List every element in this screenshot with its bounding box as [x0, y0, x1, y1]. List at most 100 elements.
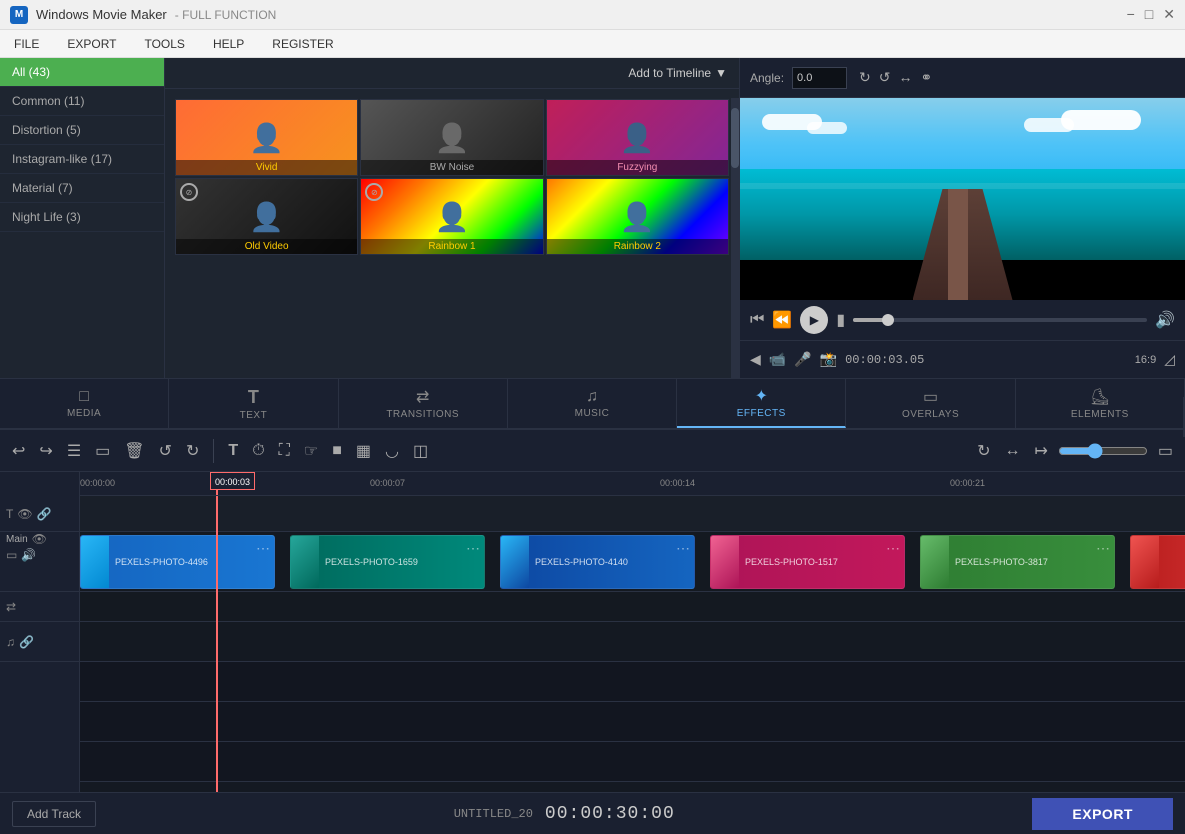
color-btn[interactable]: ■ [328, 438, 346, 464]
fx-icon[interactable]: ⇄ [6, 600, 16, 614]
timeline-tracks[interactable]: PEXELS-PHOTO-4496 ⋯ PEXELS-PHOTO-1659 ⋯ [80, 496, 1185, 792]
menu-tools[interactable]: TOOLS [130, 30, 198, 57]
effect-vivid[interactable]: 👤 Vivid [175, 99, 358, 176]
main-track-eye-icon[interactable]: 👁 [32, 532, 47, 546]
clip-1-menu[interactable]: ⋯ [256, 540, 270, 557]
mask-btn[interactable]: ◡ [381, 437, 403, 465]
menu-help[interactable]: HELP [199, 30, 258, 57]
tab-music[interactable]: ♫ MUSIC [508, 379, 677, 428]
angle-label: Angle: [750, 71, 784, 85]
sidebar-item-all[interactable]: All (43) [0, 58, 164, 87]
sidebar-item-material[interactable]: Material (7) [0, 174, 164, 203]
redo-btn[interactable]: ↪ [35, 437, 56, 465]
undo-btn[interactable]: ↩ [8, 437, 29, 465]
audio-link-icon[interactable]: 🔗 [19, 635, 34, 649]
crop-icon[interactable]: ⚭ [921, 69, 933, 86]
main-track-audio-icon[interactable]: 🔊 [21, 548, 36, 562]
zoom-fit-btn[interactable]: ▭ [1154, 437, 1177, 465]
tab-transitions[interactable]: ⇄ TRANSITIONS [339, 379, 508, 428]
effect-oldvideo[interactable]: 👤 ⊘ Old Video [175, 178, 358, 255]
timer-btn[interactable]: ⏱ [248, 438, 268, 464]
effect-bwnoise[interactable]: 👤 BW Noise [360, 99, 543, 176]
audio-note-icon[interactable]: ♫ [6, 635, 15, 649]
menu-export[interactable]: EXPORT [53, 30, 130, 57]
timeline-toolbar: ↩ ↪ ☰ ▭ 🗑 ↺ ↻ T ⏱ ⛶ ☞ ■ ▦ ◡ ◫ ↻ ↔ ↦ ▭ [0, 430, 1185, 472]
window-controls[interactable]: − □ ✕ [1127, 6, 1175, 23]
tab-elements[interactable]: ⛸ ELEMENTS [1016, 379, 1185, 428]
effect-fuzzying[interactable]: 👤 Fuzzying [546, 99, 729, 176]
tab-text[interactable]: T TEXT [169, 379, 338, 428]
export-button[interactable]: EXPORT [1032, 798, 1173, 830]
sidebar-item-instagram[interactable]: Instagram-like (17) [0, 145, 164, 174]
minimize-button[interactable]: − [1127, 6, 1135, 23]
effects-scrollbar-thumb[interactable] [731, 108, 739, 168]
effect-rainbow2[interactable]: 👤 Rainbow 2 [546, 178, 729, 255]
crop-tl-btn[interactable]: ▦ [352, 437, 375, 465]
flip-icon[interactable]: ↔ [899, 69, 913, 86]
sidebar-item-distortion[interactable]: Distortion (5) [0, 116, 164, 145]
clip-3-menu[interactable]: ⋯ [676, 540, 690, 557]
tab-media[interactable]: □ MEDIA [0, 379, 169, 428]
expand-btn[interactable]: ↔ [1000, 438, 1024, 464]
stop-btn[interactable]: ▮ [836, 310, 845, 330]
text-track-eye-icon[interactable]: 👁 [17, 507, 32, 521]
fullscreen-btn[interactable]: ◿ [1164, 351, 1175, 368]
skip-start-btn[interactable]: ⏮ [750, 311, 764, 329]
tab-effects[interactable]: ✦ EFFECTS [677, 379, 846, 428]
text-track-icon[interactable]: T [6, 507, 13, 521]
add-track-button[interactable]: Add Track [12, 801, 96, 827]
step-back-btn[interactable]: ⏪ [772, 310, 792, 330]
camera-icon[interactable]: 📸 [820, 351, 837, 368]
forward-btn[interactable]: ↻ [182, 437, 203, 465]
rotate-left-icon[interactable]: ↻ [859, 69, 871, 86]
text-overlay-btn[interactable]: T [224, 438, 242, 464]
menu-file[interactable]: FILE [0, 30, 53, 57]
sidebar-item-common[interactable]: Common (11) [0, 87, 164, 116]
timeline-track-labels: T 👁 🔗 Main 👁 ▭ 🔊 ⇄ [0, 496, 80, 792]
record-video-icon[interactable]: 📹 [769, 351, 786, 368]
sidebar-item-nightlife[interactable]: Night Life (3) [0, 203, 164, 232]
detach-btn[interactable]: ▭ [91, 437, 114, 465]
angle-input[interactable] [792, 67, 847, 89]
aspect-ratio-btn[interactable]: 16:9 [1135, 354, 1156, 366]
time-display: 00:00:03.05 [845, 353, 924, 367]
main-track-video-icon[interactable]: ▭ [6, 548, 17, 562]
motion-btn[interactable]: ☞ [300, 437, 322, 465]
add-to-timeline-btn[interactable]: Add to Timeline ▼ [628, 66, 727, 80]
maximize-button[interactable]: □ [1145, 6, 1153, 23]
clip-6[interactable] [1130, 535, 1185, 589]
delete-btn[interactable]: 🗑 [120, 437, 148, 465]
zoom-slider[interactable] [1058, 443, 1148, 459]
effect-rainbow1[interactable]: 👤 ⊘ Rainbow 1 [360, 178, 543, 255]
reverse-btn[interactable]: ↺ [155, 437, 176, 465]
volume-icon[interactable]: 🔊 [1155, 310, 1175, 330]
play-button[interactable]: ▶ [800, 306, 828, 334]
clip-4[interactable]: PEXELS-PHOTO-1517 ⋯ [710, 535, 905, 589]
clip-5-menu[interactable]: ⋯ [1096, 540, 1110, 557]
progress-bar[interactable] [853, 318, 1147, 322]
loop-btn[interactable]: ↻ [973, 437, 994, 465]
fit-btn[interactable]: ↦ [1030, 437, 1051, 465]
clip-5[interactable]: PEXELS-PHOTO-3817 ⋯ [920, 535, 1115, 589]
menu-register[interactable]: REGISTER [258, 30, 347, 57]
settings-btn[interactable]: ☰ [63, 437, 85, 465]
clip-1[interactable]: PEXELS-PHOTO-4496 ⋯ [80, 535, 275, 589]
snapshot-icon[interactable]: ◀ [750, 351, 761, 368]
text-track-row [80, 496, 1185, 532]
clip-2-menu[interactable]: ⋯ [466, 540, 480, 557]
fx-track-label: ⇄ [0, 592, 79, 622]
grid-btn[interactable]: ◫ [409, 437, 432, 465]
clip-4-menu[interactable]: ⋯ [886, 540, 900, 557]
mic-icon[interactable]: 🎤 [794, 351, 811, 368]
close-button[interactable]: ✕ [1163, 6, 1175, 23]
tab-overlays-label: OVERLAYS [902, 409, 959, 420]
clip-2[interactable]: PEXELS-PHOTO-1659 ⋯ [290, 535, 485, 589]
effects-scrollbar[interactable] [731, 98, 739, 378]
clip-3[interactable]: PEXELS-PHOTO-4140 ⋯ [500, 535, 695, 589]
split-btn[interactable]: ⛶ [275, 438, 294, 464]
text-track-link-icon[interactable]: 🔗 [37, 507, 52, 521]
tab-overlays[interactable]: ▭ OVERLAYS [846, 379, 1015, 428]
ruler-mark-7: 00:00:07 [370, 478, 405, 488]
preview-info-bar: ◀ 📹 🎤 📸 00:00:03.05 16:9 ◿ [740, 340, 1185, 378]
rotate-right-icon[interactable]: ↺ [879, 69, 891, 86]
